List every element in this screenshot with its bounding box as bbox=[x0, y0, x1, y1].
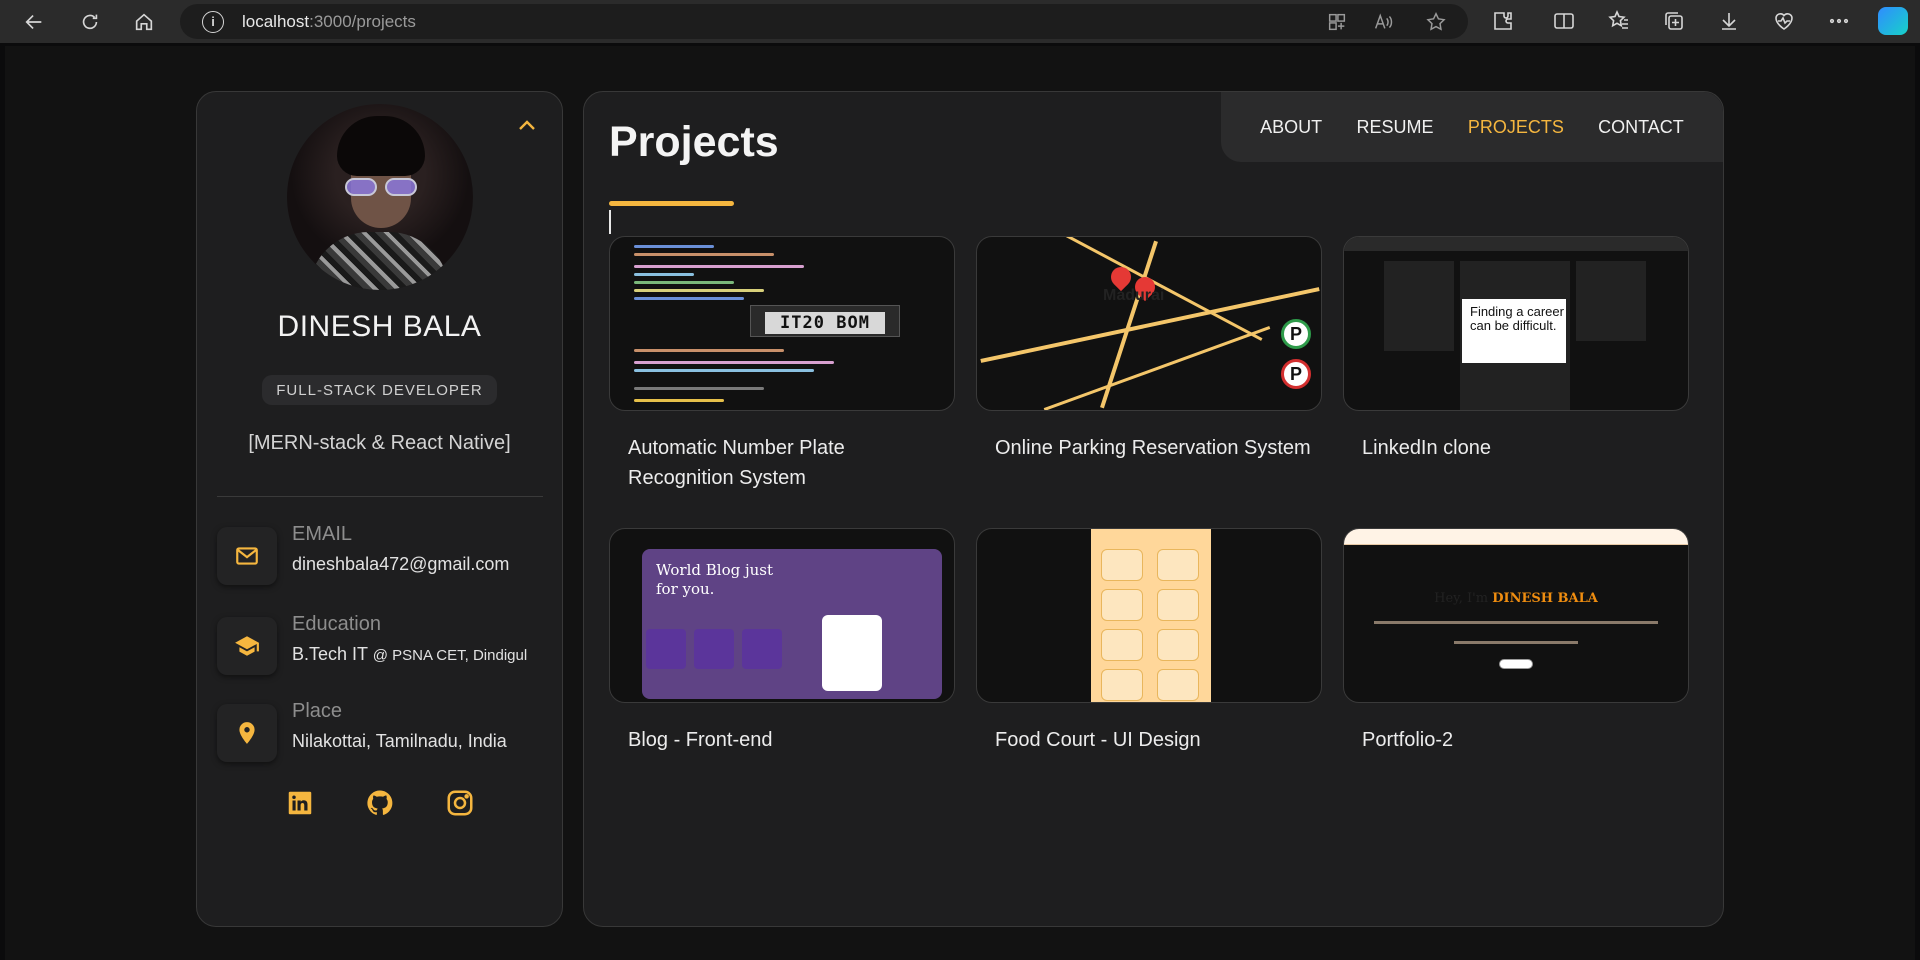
projects-panel: ABOUT RESUME PROJECTS CONTACT Projects I… bbox=[583, 91, 1724, 927]
project-card[interactable]: Finding a career can be difficult. Linke… bbox=[1343, 236, 1689, 463]
title-underline bbox=[609, 201, 734, 206]
extensions-icon[interactable] bbox=[1491, 9, 1517, 35]
favorites-icon[interactable] bbox=[1607, 9, 1633, 35]
text-caret bbox=[609, 210, 611, 234]
collections-icon[interactable] bbox=[1662, 9, 1688, 35]
more-options-icon[interactable] bbox=[1827, 9, 1853, 35]
project-title[interactable]: Blog - Front-end bbox=[609, 725, 949, 755]
project-thumbnail[interactable]: World Blog just for you. bbox=[609, 528, 955, 703]
project-thumbnail[interactable]: Madurai P P bbox=[976, 236, 1322, 411]
app-available-icon[interactable] bbox=[1326, 11, 1348, 33]
instagram-icon[interactable] bbox=[445, 788, 475, 818]
social-links bbox=[285, 788, 475, 822]
contact-label: Place bbox=[292, 700, 343, 722]
place-value: Nilakottai, Tamilnadu, India bbox=[292, 731, 507, 751]
nav-contact[interactable]: CONTACT bbox=[1598, 117, 1684, 138]
project-thumbnail[interactable]: Finding a career can be difficult. bbox=[1343, 236, 1689, 411]
refresh-icon[interactable] bbox=[72, 4, 108, 40]
avatar bbox=[287, 104, 473, 290]
linkedin-icon[interactable] bbox=[285, 788, 315, 818]
copilot-icon[interactable] bbox=[1878, 7, 1908, 35]
project-title[interactable]: LinkedIn clone bbox=[1343, 433, 1683, 463]
tech-stack: [MERN-stack & React Native] bbox=[248, 432, 511, 454]
home-icon[interactable] bbox=[126, 4, 162, 40]
contact-label: EMAIL bbox=[292, 523, 353, 545]
project-thumbnail[interactable]: IT20 BOM bbox=[609, 236, 955, 411]
nav-about[interactable]: ABOUT bbox=[1260, 117, 1322, 138]
nav-projects[interactable]: PROJECTS bbox=[1468, 117, 1564, 138]
project-title[interactable]: Online Parking Reservation System bbox=[976, 433, 1316, 463]
location-pin-icon bbox=[217, 704, 277, 762]
site-info-icon[interactable]: i bbox=[202, 10, 224, 33]
project-title[interactable]: Portfolio-2 bbox=[1343, 725, 1683, 755]
project-title[interactable]: Automatic Number Plate Recognition Syste… bbox=[609, 433, 949, 493]
email-link[interactable]: dineshbala472@gmail.com bbox=[292, 554, 509, 575]
downloads-icon[interactable] bbox=[1717, 9, 1743, 35]
project-thumbnail[interactable]: Hey, I'm DINESH BALA bbox=[1343, 528, 1689, 703]
favorite-star-icon[interactable] bbox=[1425, 11, 1447, 33]
graduation-cap-icon bbox=[217, 617, 277, 675]
github-icon[interactable] bbox=[365, 788, 395, 818]
project-thumbnail[interactable] bbox=[976, 528, 1322, 703]
project-card[interactable]: Food Court - UI Design bbox=[976, 528, 1322, 755]
contact-label: Education bbox=[292, 613, 381, 635]
divider bbox=[217, 496, 543, 497]
profile-sidebar: DINESH BALA FULL-STACK DEVELOPER [MERN-s… bbox=[196, 91, 563, 927]
education-value: B.Tech IT @ PSNA CET, Dindigul bbox=[292, 644, 528, 664]
project-title[interactable]: Food Court - UI Design bbox=[976, 725, 1316, 755]
contact-email: EMAIL dineshbala472@gmail.com bbox=[217, 523, 547, 589]
role-badge: FULL-STACK DEVELOPER bbox=[262, 375, 497, 405]
project-card[interactable]: World Blog just for you. Blog - Front-en… bbox=[609, 528, 955, 755]
project-card[interactable]: Madurai P P Online Parking Reservation S… bbox=[976, 236, 1322, 463]
contact-education: Education B.Tech IT @ PSNA CET, Dindigul bbox=[217, 613, 547, 679]
project-card[interactable]: IT20 BOM Automatic Number Plate Recognit… bbox=[609, 236, 955, 493]
nav-resume[interactable]: RESUME bbox=[1356, 117, 1433, 138]
browser-essentials-icon[interactable] bbox=[1772, 9, 1798, 35]
post-card: Finding a career can be difficult. bbox=[1462, 299, 1566, 363]
back-icon[interactable] bbox=[16, 4, 52, 40]
mail-icon bbox=[217, 527, 277, 585]
collapse-chevron-icon[interactable] bbox=[517, 118, 537, 132]
read-aloud-icon[interactable] bbox=[1372, 11, 1394, 33]
url-text[interactable]: localhost:3000/projects bbox=[242, 12, 416, 32]
address-bar[interactable]: i localhost:3000/projects bbox=[180, 4, 1468, 39]
split-screen-icon[interactable] bbox=[1552, 9, 1578, 35]
contact-place: Place Nilakottai, Tamilnadu, India bbox=[217, 700, 547, 766]
project-card[interactable]: Hey, I'm DINESH BALA Portfolio-2 bbox=[1343, 528, 1689, 755]
browser-toolbar: i localhost:3000/projects bbox=[0, 0, 1920, 43]
page-title: Projects bbox=[609, 118, 779, 166]
profile-name: DINESH BALA bbox=[277, 310, 482, 343]
top-navbar: ABOUT RESUME PROJECTS CONTACT bbox=[1221, 92, 1723, 162]
plate-window: IT20 BOM bbox=[750, 305, 900, 337]
